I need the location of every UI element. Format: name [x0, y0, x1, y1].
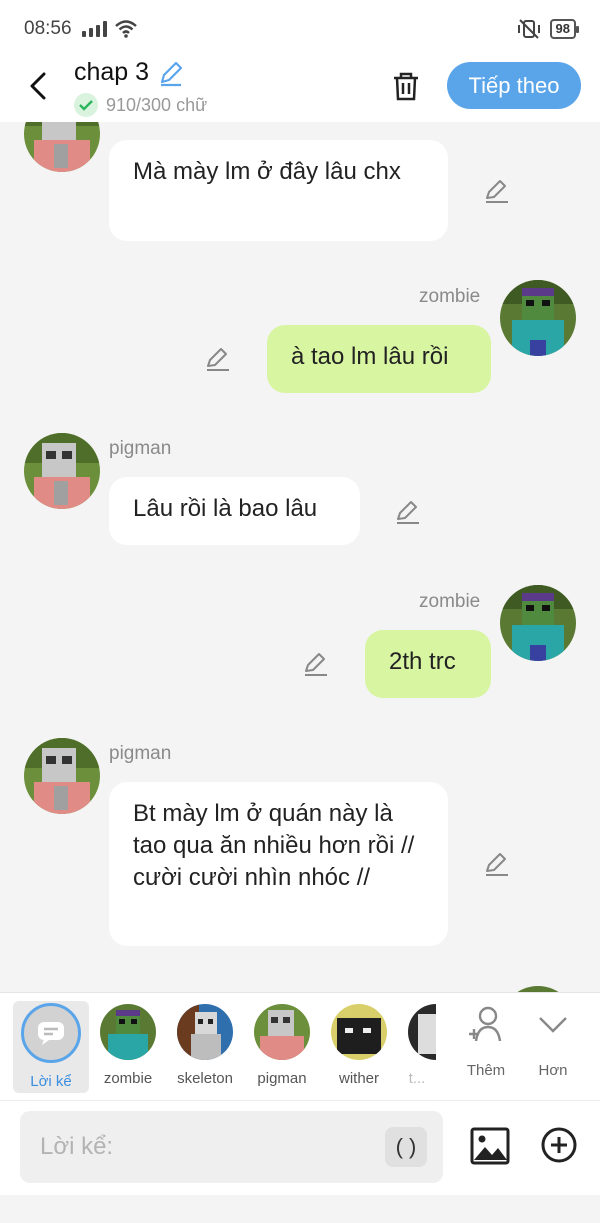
add-icon[interactable] [541, 1127, 577, 1163]
character-label: zombie [103, 1070, 153, 1087]
add-person-icon [469, 1006, 502, 1042]
message-text: 2th trc [389, 648, 456, 675]
chevron-down-icon [539, 1017, 567, 1033]
more-label: Hơn [538, 1062, 568, 1079]
avatar[interactable] [500, 585, 576, 661]
check-icon [74, 93, 98, 117]
signal-icon [81, 21, 107, 37]
message-bubble[interactable]: Bt mày lm ở quán này là tao qua ăn nhiều… [109, 782, 448, 946]
pigman-avatar-icon [24, 738, 100, 814]
character-label: pigman [257, 1070, 307, 1087]
character-zombie[interactable]: zombie [90, 1001, 166, 1087]
message-bubble[interactable]: à tao lm lâu rồi [267, 325, 491, 393]
add-label: Thêm [466, 1062, 506, 1079]
character-skeleton[interactable]: skeleton [167, 1001, 243, 1087]
zombie-avatar-icon [100, 1004, 156, 1060]
edit-message-icon[interactable] [483, 177, 511, 205]
avatar[interactable] [24, 122, 100, 172]
composer-bar: Lời kể: ( ) [0, 1100, 600, 1195]
image-icon[interactable] [470, 1126, 510, 1166]
character-label: skeleton [177, 1070, 233, 1087]
speaker-name: zombie [419, 591, 481, 612]
skeleton-avatar-icon [177, 1004, 233, 1060]
message-bubble[interactable]: Mà mày lm ở đây lâu chx [109, 140, 448, 241]
character-narrator[interactable]: Lời kể [13, 1001, 89, 1093]
character-wither[interactable]: wither [321, 1001, 397, 1087]
zombie-avatar-icon [500, 585, 576, 661]
editor-header: chap 3 910/300 chữ Tiếp theo [0, 58, 600, 122]
character-label: wither [338, 1070, 379, 1087]
zombie-avatar-icon [500, 280, 576, 356]
chapter-title[interactable]: chap 3 [74, 58, 149, 87]
edit-title-icon[interactable] [157, 59, 185, 87]
edit-message-icon[interactable] [302, 650, 330, 678]
avatar[interactable] [24, 433, 100, 509]
narration-input[interactable]: Lời kể: ( ) [20, 1111, 443, 1183]
pigman-avatar-icon [254, 1004, 310, 1060]
message-bubble[interactable]: Lâu rồi là bao lâu [109, 477, 360, 545]
message-text: Bt mày lm ở quán này là tao qua ăn nhiều… [133, 800, 415, 891]
chat-area[interactable]: Mà mày lm ở đây lâu chx zombie à tao lm … [0, 122, 600, 992]
speaker-name: zombie [419, 286, 481, 307]
pigman-avatar-icon [24, 122, 100, 172]
back-button[interactable] [22, 66, 54, 106]
back-arrow-icon [30, 72, 46, 100]
add-character-button[interactable]: Thêm [456, 1005, 516, 1079]
status-bar: 08:56 98 [0, 0, 600, 58]
more-button[interactable]: Hơn [523, 1005, 583, 1079]
avatar[interactable] [24, 738, 100, 814]
trash-icon [394, 72, 418, 101]
message-bubble[interactable]: 2th trc [365, 630, 491, 698]
chapter-title-area: chap 3 910/300 chữ [74, 58, 207, 117]
character-partial[interactable]: t... [398, 1001, 436, 1087]
message-text: Lâu rồi là bao lâu [133, 495, 318, 522]
avatar[interactable] [500, 280, 576, 356]
edit-message-icon[interactable] [483, 850, 511, 878]
character-pigman[interactable]: pigman [244, 1001, 320, 1087]
speaker-name: pigman [109, 743, 172, 764]
word-count: 910/300 chữ [106, 94, 208, 115]
battery-indicator: 98 [549, 19, 580, 39]
wither-avatar-icon [331, 1004, 387, 1060]
parenthesis-button[interactable]: ( ) [385, 1127, 427, 1167]
input-placeholder: Lời kể: [40, 1133, 114, 1160]
character-selector: Lời kể zombie skeleton pigman wither t..… [0, 992, 600, 1100]
wifi-icon [114, 20, 137, 38]
next-button[interactable]: Tiếp theo [447, 62, 581, 109]
message-text: Mà mày lm ở đây lâu chx [133, 158, 401, 185]
status-time: 08:56 [24, 18, 72, 39]
message-text: à tao lm lâu rồi [291, 343, 449, 370]
speaker-name: pigman [109, 438, 172, 459]
character-avatar-icon [408, 1004, 436, 1060]
system-nav-bar [0, 1195, 600, 1223]
pigman-avatar-icon [24, 433, 100, 509]
mute-vibrate-icon [517, 19, 540, 39]
narrator-icon [21, 1003, 81, 1063]
delete-button[interactable] [386, 66, 426, 106]
character-label: t... [408, 1070, 426, 1087]
edit-message-icon[interactable] [204, 345, 232, 373]
edit-message-icon[interactable] [394, 498, 422, 526]
character-label: Lời kể [30, 1073, 72, 1090]
